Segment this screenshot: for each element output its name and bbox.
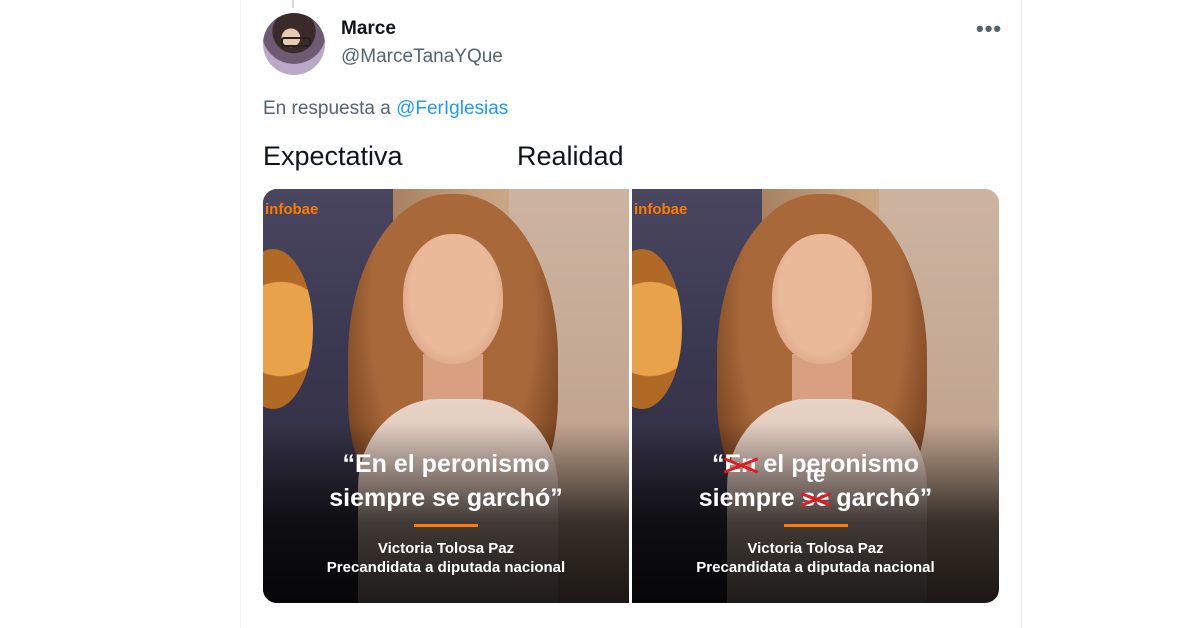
image-panel-expectation[interactable]: infobae “En el peronismo siempre se garc… — [263, 189, 629, 603]
struck-word-en: En — [725, 447, 757, 481]
red-cross-mark — [723, 447, 759, 481]
label-reality: Realidad — [517, 141, 624, 171]
portrait-face — [403, 234, 503, 364]
tweet-card: Marce @MarceTanaYQue ••• En respuesta a … — [240, 0, 1022, 628]
quote-line-2-end: garchó” — [829, 484, 933, 512]
quote-line-2: siempre se te garchó” — [632, 462, 999, 515]
caption: Victoria Tolosa Paz Precandidata a diput… — [632, 539, 999, 577]
reply-prefix: En respuesta a — [263, 98, 391, 119]
brand-logo: infobae — [634, 201, 688, 218]
quote-rest-1: el peronismo — [756, 450, 919, 478]
struck-word-se: se te — [802, 462, 830, 515]
brand-logo: infobae — [265, 201, 319, 218]
image-panel-reality[interactable]: infobae “En el peronismo siempre se te ga… — [632, 189, 999, 603]
quote-line-1: “En el peronismo — [342, 450, 550, 478]
quote-line-2-start: siempre — [698, 484, 802, 512]
user-handle[interactable]: @MarceTanaYQue — [341, 46, 503, 68]
portrait-face — [772, 234, 872, 364]
quote-text: “En el peronismo siempre se garchó” — [263, 447, 629, 515]
label-expectation: Expectativa — [263, 141, 403, 171]
thread-line — [292, 0, 294, 8]
caption-role: Precandidata a diputada nacional — [326, 559, 566, 576]
quote-line-2: siempre se garchó” — [329, 484, 563, 512]
orange-rule — [783, 524, 848, 527]
glasses-shape — [281, 37, 311, 47]
caption-name: Victoria Tolosa Paz — [747, 540, 884, 557]
caption: Victoria Tolosa Paz Precandidata a diput… — [263, 539, 629, 577]
display-name[interactable]: Marce — [341, 18, 396, 40]
reply-to-link[interactable]: @FerIglesias — [396, 98, 508, 119]
caption-role: Precandidata a diputada nacional — [696, 559, 935, 576]
orange-rule — [414, 524, 478, 527]
avatar[interactable] — [263, 13, 325, 75]
ellipsis-icon[interactable]: ••• — [976, 16, 1002, 42]
quote-text-edited: “En el peronismo siempre se te garchó” — [632, 447, 999, 515]
caption-name: Victoria Tolosa Paz — [377, 540, 515, 557]
tweet-media[interactable]: infobae “En el peronismo siempre se garc… — [263, 189, 999, 603]
reply-context: En respuesta a @FerIglesias — [263, 98, 508, 120]
inserted-word-te: te — [805, 462, 826, 487]
